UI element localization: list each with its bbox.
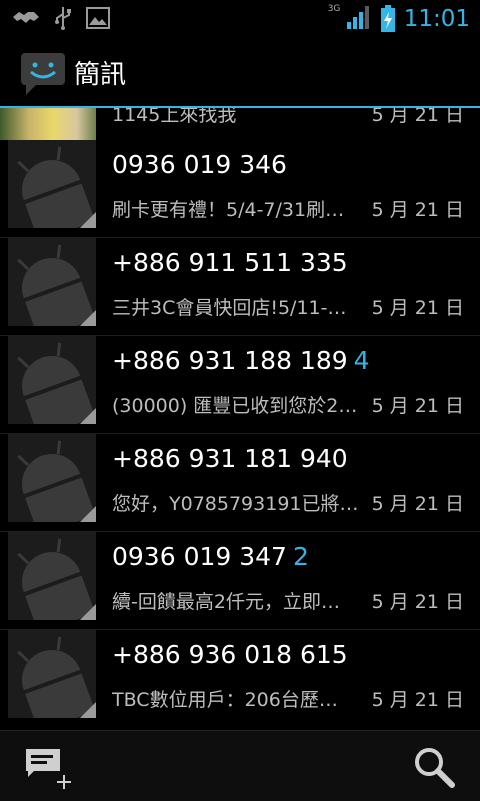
message-date: 5 月 21 日 xyxy=(371,199,464,221)
message-snippet: (30000) 匯豐已收到您於2… xyxy=(112,395,358,417)
notification-icons xyxy=(12,6,110,30)
contact-photo[interactable] xyxy=(0,108,96,140)
compose-new-message-icon[interactable] xyxy=(22,745,74,789)
signal-icon: 3G xyxy=(328,4,372,34)
messaging-app-icon[interactable] xyxy=(20,52,66,96)
conversation-list[interactable]: 1145上來找我 5 月 21 日 0936 019 346 刷卡更有禮！5/4… xyxy=(0,108,480,730)
page-title: 簡訊 xyxy=(74,60,127,90)
contact-name: +886 936 018 615 xyxy=(112,640,348,669)
quick-contact-badge xyxy=(80,506,96,522)
list-item[interactable]: +886 911 511 335 三井3C會員快回店!5/11-… 5 月 21… xyxy=(0,238,480,336)
status-bar: 3G 11:01 xyxy=(0,0,480,38)
list-item[interactable]: 0936 019 346 刷卡更有禮！5/4-7/31刷… 5 月 21 日 xyxy=(0,140,480,238)
contact-name: 0936 019 347 2 xyxy=(112,542,309,571)
quick-contact-badge xyxy=(80,604,96,620)
message-date: 5 月 21 日 xyxy=(371,689,464,711)
message-date: 5 月 21 日 xyxy=(371,395,464,417)
quick-contact-badge xyxy=(80,408,96,424)
usb-icon xyxy=(55,7,71,30)
message-date: 5 月 21 日 xyxy=(371,108,464,126)
contact-name: +886 911 511 335 xyxy=(112,248,348,277)
contact-name: +886 931 181 940 xyxy=(112,444,348,473)
message-count: 4 xyxy=(353,346,370,375)
message-date: 5 月 21 日 xyxy=(371,297,464,319)
picture-icon xyxy=(86,7,110,29)
message-snippet: 刷卡更有禮！5/4-7/31刷… xyxy=(112,199,345,221)
message-snippet: TBC數位用戶：206台歷… xyxy=(112,689,338,711)
contact-name: 0936 019 346 xyxy=(112,150,287,179)
message-date: 5 月 21 日 xyxy=(371,493,464,515)
system-icons: 3G 11:01 xyxy=(328,4,470,34)
message-snippet: 三井3C會員快回店!5/11-… xyxy=(112,297,347,319)
contact-avatar[interactable] xyxy=(8,434,96,522)
list-item[interactable]: +886 936 018 615 TBC數位用戶：206台歷… 5 月 21 日 xyxy=(0,630,480,728)
quick-contact-badge xyxy=(80,310,96,326)
clock: 11:01 xyxy=(403,6,470,32)
contact-avatar[interactable] xyxy=(8,630,96,718)
contact-avatar[interactable] xyxy=(8,532,96,620)
contact-avatar[interactable] xyxy=(8,238,96,326)
network-type: 3G xyxy=(327,4,341,14)
search-icon[interactable] xyxy=(412,745,456,789)
quick-contact-badge xyxy=(80,702,96,718)
list-item[interactable]: +886 931 188 189 4 (30000) 匯豐已收到您於2… 5 月 … xyxy=(0,336,480,434)
action-bar: 簡訊 xyxy=(0,38,480,108)
message-date: 5 月 21 日 xyxy=(371,591,464,613)
contact-avatar[interactable] xyxy=(8,336,96,424)
battery-charging-icon xyxy=(380,5,395,32)
message-snippet: 您好，Y0785793191已將… xyxy=(112,493,359,515)
bottom-action-bar xyxy=(0,730,480,801)
contact-avatar[interactable] xyxy=(8,140,96,228)
quick-contact-badge xyxy=(80,212,96,228)
message-snippet: 1145上來找我 xyxy=(112,108,237,126)
handshake-icon xyxy=(13,12,39,23)
message-count: 2 xyxy=(292,542,309,571)
list-item-partial[interactable]: 1145上來找我 5 月 21 日 xyxy=(0,108,480,140)
list-item[interactable]: 0936 019 347 2 續-回饋最高2仟元，立即… 5 月 21 日 xyxy=(0,532,480,630)
message-snippet: 續-回饋最高2仟元，立即… xyxy=(112,591,340,613)
list-item[interactable]: +886 931 181 940 您好，Y0785793191已將… 5 月 2… xyxy=(0,434,480,532)
contact-name: +886 931 188 189 4 xyxy=(112,346,370,375)
